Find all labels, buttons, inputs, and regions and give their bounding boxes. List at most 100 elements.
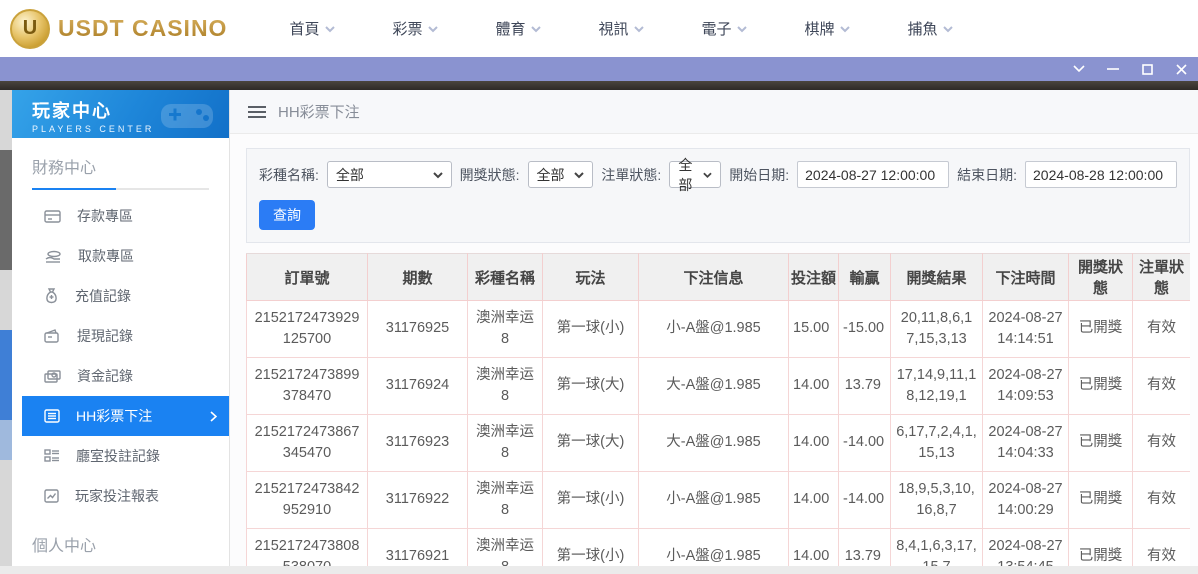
start-date-input[interactable] bbox=[797, 161, 950, 188]
deposit-card-icon bbox=[44, 209, 61, 223]
table-cell: 13.79 bbox=[838, 357, 891, 415]
table-cell: 31176924 bbox=[367, 357, 468, 415]
table-cell: 澳洲幸运8 bbox=[467, 300, 543, 358]
nav-item-live[interactable]: 視訊 bbox=[598, 18, 701, 39]
window-bottom-edge bbox=[0, 566, 1198, 574]
page-title: HH彩票下注 bbox=[278, 104, 360, 121]
sidebar-item-label: 存款專區 bbox=[77, 208, 133, 224]
end-date-input[interactable] bbox=[1025, 161, 1178, 188]
end-date-label: 結束日期: bbox=[957, 166, 1018, 183]
sidebar-item-room-bet-records[interactable]: 廳室投註記錄 bbox=[12, 436, 229, 476]
table-cell: 2152172473899378470 bbox=[246, 357, 368, 415]
table-row[interactable]: 215217247380853807031176921澳洲幸运8第一球(小)小-… bbox=[246, 528, 1190, 566]
table-body: 2152172473929125700 31176925 澳洲幸运8 第一球(小) 小-… bbox=[246, 300, 1190, 566]
table-cell: 14.00 bbox=[788, 414, 839, 472]
main-panel: HH彩票下注 彩種名稱: 全部 開獎狀態: 全部 注單狀態: 全部 開始日期: … bbox=[230, 90, 1198, 566]
table-cell: 14.00 bbox=[788, 471, 839, 529]
table-cell: -14.00 bbox=[838, 414, 891, 472]
table-cell: 已開獎 bbox=[1068, 528, 1133, 566]
table-cell: 31176925 bbox=[367, 300, 468, 358]
sidebar-item-label: 資金記錄 bbox=[77, 368, 133, 384]
maximize-icon bbox=[1141, 63, 1153, 75]
column-header: 訂單號 bbox=[246, 253, 368, 301]
sidebar-item-funds-records[interactable]: 資金記錄 bbox=[12, 356, 229, 396]
table-cell: 17,14,9,11,18,12,19,1 bbox=[890, 357, 983, 415]
table-cell: 2024-08-27 14:09:53 bbox=[982, 357, 1069, 415]
nav-label: 棋牌 bbox=[804, 21, 835, 38]
site-logo[interactable]: U USDT CASINO bbox=[10, 8, 228, 49]
coin-logo-icon: U bbox=[10, 8, 50, 49]
table-row[interactable]: 2152172473899378470 31176924 澳洲幸运8 第一球(大) 大-… bbox=[246, 357, 1190, 415]
sidebar-banner: 玩家中心 PLAYERS CENTER bbox=[12, 90, 229, 138]
nav-label: 視訊 bbox=[598, 21, 629, 38]
sidebar-item-player-bet-report[interactable]: 玩家投注報表 bbox=[12, 476, 229, 516]
chevron-down-icon bbox=[943, 25, 954, 32]
table-cell: 已開獎 bbox=[1068, 414, 1133, 472]
table-cell: 有效 bbox=[1132, 357, 1190, 415]
chevron-down-icon bbox=[703, 172, 712, 178]
lottery-name-select[interactable]: 全部 bbox=[326, 161, 452, 188]
table-cell: 大-A盤@1.985 bbox=[638, 414, 789, 472]
column-header: 投注額 bbox=[788, 253, 839, 301]
search-button[interactable]: 查詢 bbox=[259, 200, 315, 230]
top-navigation: U USDT CASINO 首頁 彩票 體育 視訊 電子 棋牌 捕魚 bbox=[0, 0, 1198, 57]
nav-item-lottery[interactable]: 彩票 bbox=[392, 18, 495, 39]
main-header: HH彩票下注 bbox=[230, 90, 1198, 134]
table-cell: 2152172473867345470 bbox=[246, 414, 368, 472]
order-status-select[interactable]: 全部 bbox=[669, 157, 722, 193]
window-titlebar bbox=[0, 57, 1198, 81]
table-cell: 15.00 bbox=[788, 300, 839, 358]
sidebar-item-withdraw[interactable]: 取款專區 bbox=[12, 236, 229, 276]
list-icon bbox=[44, 409, 60, 423]
sidebar-item-withdrawal-records[interactable]: 提現記錄 bbox=[12, 316, 229, 356]
sidebar-item-recharge-records[interactable]: 充值記錄 bbox=[12, 276, 229, 316]
table-cell: 8,4,1,6,3,17,15,7 bbox=[890, 528, 983, 566]
hamburger-menu-icon[interactable] bbox=[248, 105, 266, 118]
window-minimize-button[interactable] bbox=[1096, 57, 1130, 81]
bet-records-table-wrap: 訂單號 期數 彩種名稱 玩法 下注信息 投注額 輸贏 開獎結果 下注時間 開獎狀態 注單狀態 215… bbox=[246, 253, 1190, 566]
nav-item-boardgames[interactable]: 棋牌 bbox=[804, 18, 907, 39]
layout-list-icon bbox=[44, 449, 59, 462]
table-cell: 小-A盤@1.985 bbox=[638, 528, 789, 566]
table-row[interactable]: 2152172473867345470 31176923 澳洲幸运8 第一球(大) 大-… bbox=[246, 414, 1190, 472]
chevron-right-icon bbox=[210, 410, 217, 422]
sidebar-item-hh-lottery-bets[interactable]: HH彩票下注 bbox=[22, 396, 229, 436]
column-header: 下注時間 bbox=[982, 253, 1069, 301]
table-cell: 14.00 bbox=[788, 357, 839, 415]
report-chart-icon bbox=[44, 489, 59, 503]
column-header: 輸贏 bbox=[838, 253, 891, 301]
column-header: 開獎結果 bbox=[890, 253, 983, 301]
sidebar-item-label: HH彩票下注 bbox=[76, 408, 153, 424]
table-row[interactable]: 2152172473929125700 31176925 澳洲幸运8 第一球(小) 小-… bbox=[246, 300, 1190, 358]
table-cell: 第一球(小) bbox=[542, 528, 639, 566]
table-cell: 2152172473808538070 bbox=[246, 528, 368, 566]
sidebar-menu: 存款專區 取款專區 充值記錄 提現記錄 資金記錄 HH彩票下注 廳室投註記錄 玩… bbox=[12, 196, 229, 516]
table-cell: 18,9,5,3,10,16,8,7 bbox=[890, 471, 983, 529]
nav-item-slots[interactable]: 電子 bbox=[701, 18, 804, 39]
backdrop-art bbox=[0, 420, 12, 460]
nav-item-fishing[interactable]: 捕魚 bbox=[907, 18, 1010, 39]
chevron-down-icon bbox=[737, 25, 748, 32]
nav-item-home[interactable]: 首頁 bbox=[289, 18, 392, 39]
draw-status-select[interactable]: 全部 bbox=[527, 161, 594, 188]
logo-text: USDT CASINO bbox=[58, 15, 228, 41]
window-collapse-button[interactable] bbox=[1062, 57, 1096, 81]
nav-item-sports[interactable]: 體育 bbox=[495, 18, 598, 39]
column-header: 彩種名稱 bbox=[467, 253, 543, 301]
table-cell: 澳洲幸运8 bbox=[467, 471, 543, 529]
table-cell: 第一球(大) bbox=[542, 357, 639, 415]
sidebar-item-label: 玩家投注報表 bbox=[75, 488, 159, 504]
section-underline bbox=[32, 188, 209, 190]
table-cell: 20,11,8,6,17,15,3,13 bbox=[890, 300, 983, 358]
hand-money-icon bbox=[45, 250, 61, 263]
table-cell: 31176921 bbox=[367, 528, 468, 566]
column-header: 期數 bbox=[367, 253, 468, 301]
window-maximize-button[interactable] bbox=[1130, 57, 1164, 81]
table-cell: 2024-08-27 13:54:45 bbox=[982, 528, 1069, 566]
window-close-button[interactable] bbox=[1164, 57, 1198, 81]
sidebar-item-deposit[interactable]: 存款專區 bbox=[12, 196, 229, 236]
table-cell: 已開獎 bbox=[1068, 357, 1133, 415]
table-row[interactable]: 2152172473842952910 31176922 澳洲幸运8 第一球(小) 小-… bbox=[246, 471, 1190, 529]
column-header: 開獎狀態 bbox=[1068, 253, 1133, 301]
table-cell: 6,17,7,2,4,1,15,13 bbox=[890, 414, 983, 472]
